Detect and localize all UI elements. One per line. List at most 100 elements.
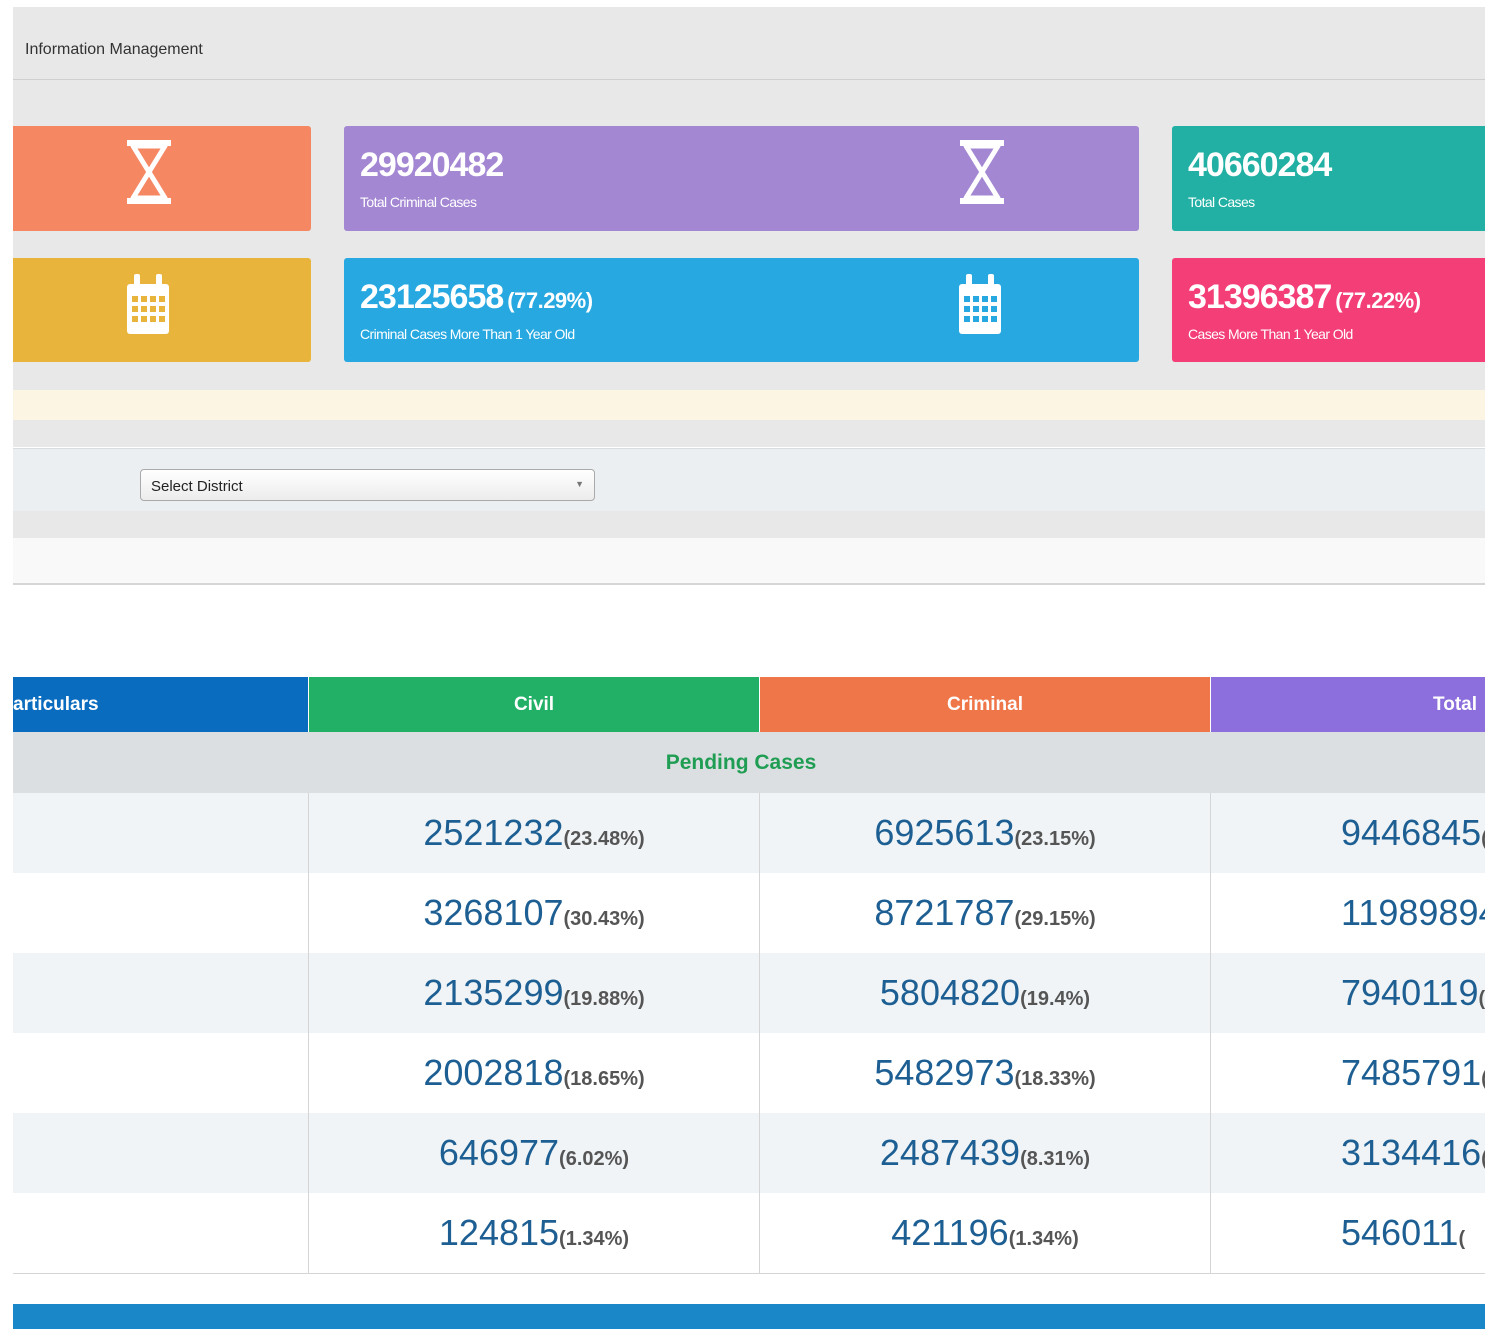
- cell-particulars: [13, 1193, 309, 1273]
- header-label: Total: [1433, 694, 1477, 715]
- cell-value: 124815: [438, 1212, 560, 1253]
- header-label: Civil: [513, 694, 555, 715]
- cell-percent: (18.65%): [563, 1068, 645, 1090]
- table-row: 2135299(19.88%) 5804820(19.4%) 7940119(: [13, 953, 1485, 1034]
- cell-value: 6925613: [874, 812, 1015, 853]
- district-select[interactable]: Select District ▼: [140, 469, 595, 501]
- cell-particulars: [13, 873, 309, 953]
- cell-civil[interactable]: 2521232(23.48%): [309, 793, 760, 873]
- tile-total-criminal-cases[interactable]: 29920482 Total Criminal Cases: [344, 126, 1139, 231]
- cell-percent: (19.4%): [1020, 988, 1091, 1010]
- cell-civil[interactable]: 646977(6.02%): [309, 1113, 760, 1193]
- cell-value: 8721787: [874, 892, 1015, 933]
- cell-value: 646977: [438, 1132, 560, 1173]
- tile-percent: (77.22%): [1335, 288, 1421, 313]
- table-row: 2002818(18.65%)5482973(18.33%)7485791(: [13, 1033, 1485, 1114]
- cell-criminal[interactable]: 2487439(8.31%): [760, 1113, 1211, 1193]
- cell-percent: (: [1478, 988, 1485, 1010]
- header-particulars: articulars: [13, 677, 308, 732]
- cell-criminal[interactable]: 8721787(29.15%): [760, 873, 1211, 953]
- tile-total-cases[interactable]: 40660284 Total Cases: [1172, 126, 1485, 231]
- tile-label: Cases More Than 1 Year Old: [1188, 326, 1353, 342]
- tile-value: 40660284: [1188, 146, 1332, 184]
- filter-bar: Select District ▼: [13, 448, 1485, 512]
- calendar-icon: [127, 274, 169, 334]
- tile-percent: (77.29%): [507, 288, 593, 313]
- tile-criminal-cases-1yr[interactable]: 23125658 (77.29%) Criminal Cases More Tha…: [344, 258, 1139, 362]
- tile-civil-partial[interactable]: [13, 126, 311, 231]
- cell-total[interactable]: 7485791(: [1211, 1033, 1485, 1113]
- dashboard: Information Management 29920482 Total Cr…: [13, 0, 1485, 1329]
- table-row: 2521232(23.48%)6925613(23.15%)9446845(: [13, 793, 1485, 874]
- cell-value: 7485791: [1341, 1052, 1482, 1093]
- cell-value: 2135299: [423, 972, 564, 1013]
- cell-value: 9446845: [1341, 812, 1482, 853]
- table-row: 3268107(30.43%) 8721787(29.15%) 11989894: [13, 873, 1485, 954]
- cell-percent: (: [1481, 1148, 1485, 1170]
- cell-value: 3134416: [1341, 1132, 1482, 1173]
- cell-percent: (8.31%): [1020, 1148, 1091, 1170]
- hourglass-icon: [127, 140, 171, 204]
- header-civil: Civil: [309, 677, 759, 732]
- cell-value: 2002818: [423, 1052, 564, 1093]
- cell-particulars: [13, 1113, 309, 1193]
- header-total: Total: [1211, 677, 1485, 732]
- cell-particulars: [13, 793, 309, 873]
- cell-total[interactable]: 3134416(: [1211, 1113, 1485, 1193]
- cell-percent: (6.02%): [559, 1148, 630, 1170]
- stats-area: 29920482 Total Criminal Cases 40660284 T…: [13, 80, 1485, 390]
- cell-value: 3268107: [423, 892, 564, 933]
- header-label: articulars: [13, 694, 99, 715]
- cell-value: 5804820: [879, 972, 1021, 1013]
- cell-value: 5482973: [874, 1052, 1015, 1093]
- cell-civil[interactable]: 124815(1.34%): [309, 1193, 760, 1273]
- cell-value: 2521232: [423, 812, 564, 853]
- breadcrumb[interactable]: Information Management: [25, 41, 203, 59]
- cell-criminal[interactable]: 5482973(18.33%): [760, 1033, 1211, 1113]
- tile-value: 31396387 (77.22%): [1188, 278, 1421, 316]
- cell-percent: (29.15%): [1014, 908, 1096, 930]
- tile-label: Total Cases: [1188, 194, 1255, 210]
- cell-civil[interactable]: 2002818(18.65%): [309, 1033, 760, 1113]
- page-header: Information Management: [13, 7, 1485, 80]
- cell-value: 421196: [891, 1212, 1009, 1253]
- tile-value: 29920482: [360, 146, 504, 184]
- cell-criminal[interactable]: 6925613(23.15%): [760, 793, 1211, 873]
- cell-value: 546011: [1341, 1212, 1459, 1253]
- divider: [13, 511, 1485, 538]
- notice-strip: [13, 390, 1485, 420]
- cell-total[interactable]: 11989894: [1211, 873, 1485, 953]
- cell-total[interactable]: 9446845(: [1211, 793, 1485, 873]
- content-strip: [13, 538, 1485, 585]
- cell-criminal[interactable]: 5804820(19.4%): [760, 953, 1211, 1033]
- section-title-row: Pending Cases: [13, 732, 1485, 793]
- cell-percent: (23.48%): [563, 828, 645, 850]
- district-select-value: Select District: [151, 478, 243, 495]
- tile-civil-old-partial[interactable]: [13, 258, 311, 362]
- cell-percent: (1.34%): [559, 1228, 630, 1250]
- cell-percent: (: [1458, 1228, 1466, 1250]
- calendar-icon: [959, 274, 1001, 334]
- cell-percent: (: [1481, 828, 1485, 850]
- table-header: articulars Civil Criminal Total: [13, 677, 1485, 732]
- table-row: 124815(1.34%) 421196(1.34%) 546011(: [13, 1193, 1485, 1274]
- table-row: 646977(6.02%)2487439(8.31%)3134416(: [13, 1113, 1485, 1194]
- cell-civil[interactable]: 2135299(19.88%): [309, 953, 760, 1033]
- cell-civil[interactable]: 3268107(30.43%): [309, 873, 760, 953]
- cell-value: 11989894: [1341, 892, 1485, 933]
- cell-value: 2487439: [879, 1132, 1021, 1173]
- divider: [13, 420, 1485, 447]
- tile-label: Criminal Cases More Than 1 Year Old: [360, 326, 575, 342]
- cell-particulars: [13, 953, 309, 1033]
- cell-percent: (1.34%): [1008, 1228, 1079, 1250]
- cell-percent: (19.88%): [563, 988, 645, 1010]
- cell-total[interactable]: 7940119(: [1211, 953, 1485, 1033]
- section-title: Pending Cases: [665, 751, 817, 774]
- cell-percent: (18.33%): [1014, 1068, 1096, 1090]
- cell-total[interactable]: 546011(: [1211, 1193, 1485, 1273]
- hourglass-icon: [960, 140, 1004, 204]
- tile-cases-1yr[interactable]: 31396387 (77.22%) Cases More Than 1 Year …: [1172, 258, 1485, 362]
- tile-label: Total Criminal Cases: [360, 194, 477, 210]
- cell-percent: (30.43%): [563, 908, 645, 930]
- cell-criminal[interactable]: 421196(1.34%): [760, 1193, 1211, 1273]
